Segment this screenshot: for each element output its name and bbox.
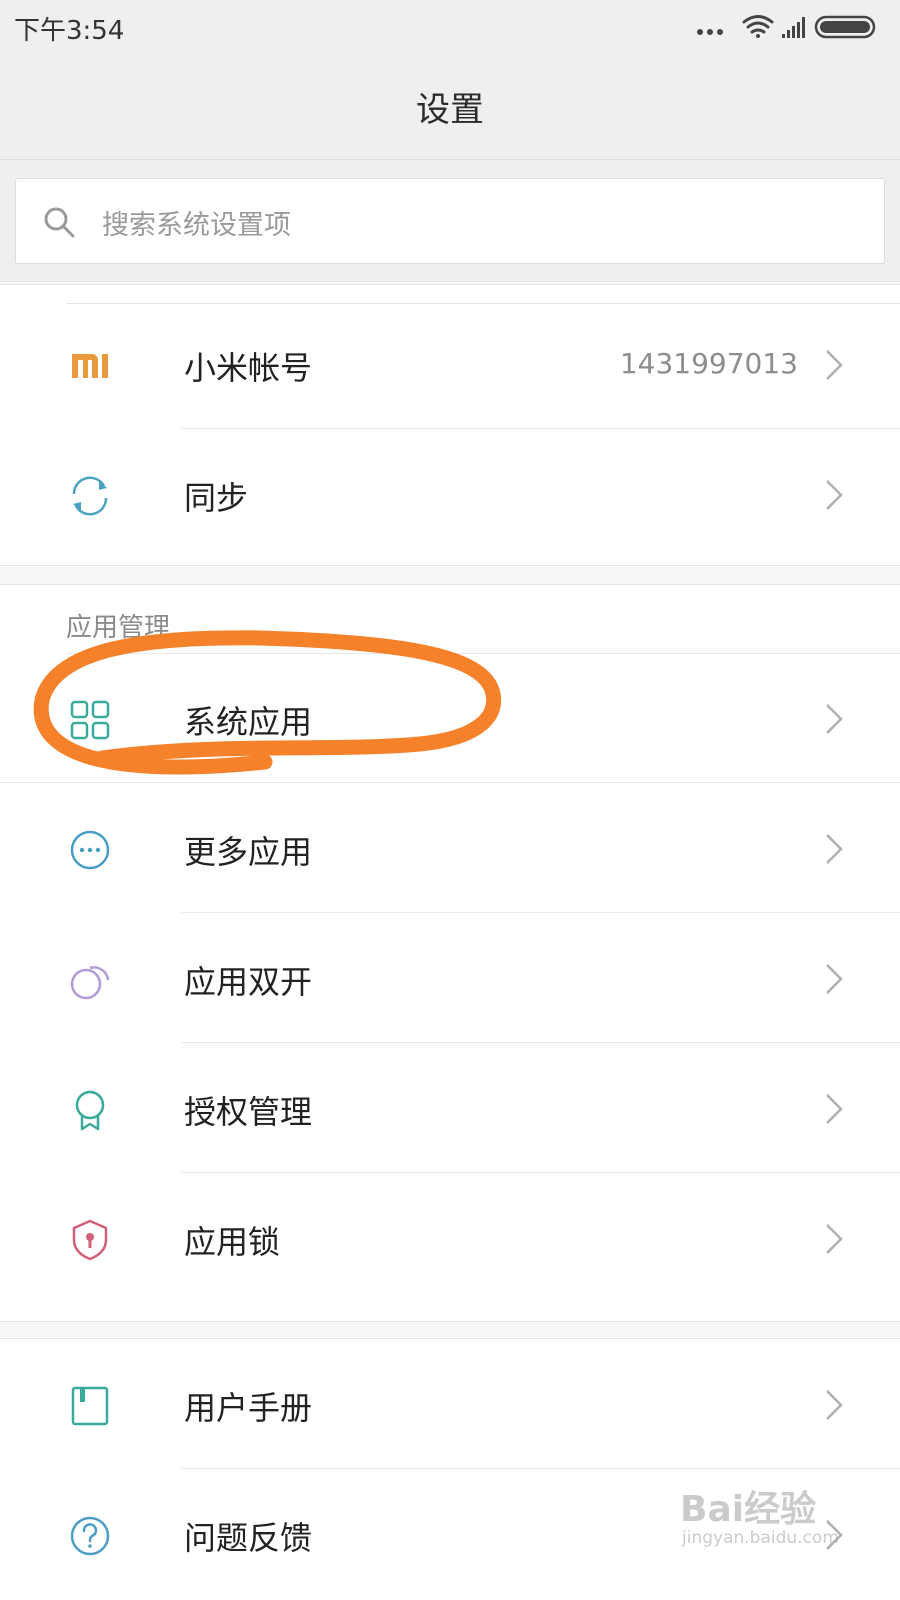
signal-icon bbox=[782, 17, 805, 38]
feedback-question-icon bbox=[70, 1516, 110, 1556]
watermark-url: jingyan.baidu.com bbox=[682, 1528, 839, 1548]
settings-item-sync[interactable]: 同步 bbox=[0, 429, 900, 559]
chevron-right-icon bbox=[826, 1390, 843, 1420]
row-label: 同步 bbox=[184, 479, 249, 517]
status-bar: 下午3:54 bbox=[0, 0, 900, 52]
wifi-icon bbox=[742, 15, 774, 38]
manual-book-icon bbox=[71, 1386, 109, 1426]
dual-app-icon bbox=[70, 966, 110, 1000]
chevron-right-icon bbox=[826, 480, 843, 510]
row-label: 授权管理 bbox=[184, 1093, 313, 1131]
status-icons bbox=[688, 12, 888, 40]
settings-screen: 下午3:54 设置 搜索系统设置项 小米帐号 1431997013 同步 应用管… bbox=[0, 0, 900, 1600]
chevron-right-icon bbox=[826, 964, 843, 994]
settings-item-permissions[interactable]: 授权管理 bbox=[0, 1043, 900, 1173]
chevron-right-icon bbox=[826, 1094, 843, 1124]
settings-item-dual-apps[interactable]: 应用双开 bbox=[0, 913, 900, 1043]
chevron-right-icon bbox=[826, 834, 843, 864]
settings-item-app-lock[interactable]: 应用锁 bbox=[0, 1173, 900, 1303]
mi-logo-icon bbox=[72, 354, 108, 378]
title-bar: 设置 bbox=[0, 52, 900, 160]
app-management-section: 应用管理 系统应用 更多应用 应用双开 授权管理 应用锁 bbox=[0, 584, 900, 1322]
watermark-logo: Bai经验 bbox=[680, 1489, 817, 1530]
watermark: Bai经验 jingyan.baidu.com bbox=[680, 1480, 860, 1570]
chevron-right-icon bbox=[826, 1224, 843, 1254]
chevron-right-icon bbox=[826, 704, 843, 734]
battery-icon bbox=[814, 15, 876, 39]
search-icon bbox=[44, 207, 75, 238]
search-input[interactable]: 搜索系统设置项 bbox=[15, 178, 885, 264]
settings-item-user-manual[interactable]: 用户手册 bbox=[0, 1339, 900, 1469]
account-section: 小米帐号 1431997013 同步 bbox=[0, 284, 900, 566]
search-placeholder: 搜索系统设置项 bbox=[102, 210, 291, 241]
row-label: 应用双开 bbox=[184, 963, 313, 1001]
ribbon-icon bbox=[75, 1090, 105, 1131]
row-label: 应用锁 bbox=[184, 1223, 281, 1261]
status-time: 下午3:54 bbox=[14, 16, 125, 46]
page-title: 设置 bbox=[416, 90, 484, 130]
row-label: 用户手册 bbox=[184, 1389, 313, 1427]
chevron-right-icon bbox=[826, 350, 843, 380]
settings-item-more-apps[interactable]: 更多应用 bbox=[0, 783, 900, 913]
more-circle-icon bbox=[70, 830, 110, 870]
row-label: 小米帐号 bbox=[184, 349, 313, 387]
account-id-value: 1431997013 bbox=[619, 347, 798, 380]
search-area: 搜索系统设置项 bbox=[0, 160, 900, 282]
divider bbox=[66, 653, 900, 654]
grid-apps-icon bbox=[70, 700, 110, 740]
more-dots-icon bbox=[697, 29, 723, 35]
section-header: 应用管理 bbox=[66, 613, 171, 643]
row-label: 更多应用 bbox=[184, 833, 313, 871]
shield-lock-icon bbox=[72, 1219, 108, 1261]
settings-item-mi-account[interactable]: 小米帐号 1431997013 bbox=[0, 299, 900, 429]
row-label: 问题反馈 bbox=[184, 1519, 313, 1557]
row-label: 系统应用 bbox=[184, 703, 313, 741]
settings-item-system-apps[interactable]: 系统应用 bbox=[0, 653, 900, 783]
sync-icon bbox=[72, 476, 108, 516]
